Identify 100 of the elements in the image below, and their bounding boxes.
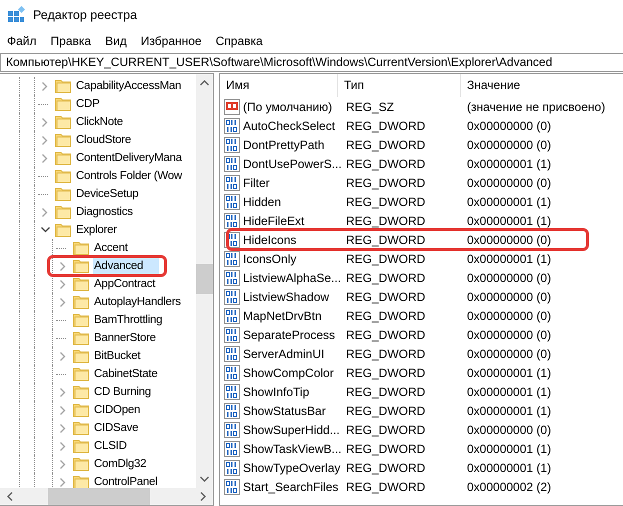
value-data: 0x00000000 (0)	[466, 232, 552, 246]
tree-item[interactable]: CIDOpen	[93, 402, 142, 418]
scroll-thumb[interactable]	[48, 488, 150, 505]
folder-icon	[55, 205, 71, 219]
tree-item[interactable]: CIDSave	[93, 420, 140, 436]
scroll-up-icon[interactable]	[200, 80, 209, 86]
value-type: REG_DWORD	[345, 290, 426, 304]
chevron-right-icon[interactable]	[60, 442, 66, 450]
binary-value-icon	[224, 422, 240, 438]
tree-item[interactable]: CabinetState	[93, 366, 158, 382]
column-header[interactable]: Значение	[461, 74, 623, 97]
tree-item[interactable]: CD Burning	[93, 384, 152, 400]
value-data: 0x00000000 (0)	[466, 346, 552, 360]
chevron-right-icon[interactable]	[60, 262, 66, 270]
value-name[interactable]: ListviewShadow	[243, 290, 330, 304]
chevron-right-icon[interactable]	[42, 154, 48, 162]
menu-item[interactable]: Справка	[208, 34, 270, 48]
value-name[interactable]: (По умолчанию)	[243, 100, 332, 114]
tree-item[interactable]: AutoplayHandlers	[93, 294, 182, 310]
chevron-right-icon[interactable]	[60, 424, 66, 432]
value-name[interactable]: DontUsePowerS...	[243, 156, 342, 170]
binary-value-icon	[224, 308, 240, 324]
chevron-right-icon[interactable]	[60, 352, 66, 360]
value-name[interactable]: SeparateProcess	[243, 328, 336, 342]
binary-value-icon	[224, 270, 240, 286]
value-data: 0x00000000 (0)	[466, 308, 552, 322]
tree-item[interactable]: ContentDeliveryMana	[75, 150, 183, 166]
column-header[interactable]: Тип	[338, 74, 461, 97]
value-name[interactable]: ShowStatusBar	[243, 404, 326, 418]
value-name[interactable]: DontPrettyPath	[243, 138, 324, 152]
tree-item[interactable]: BannerStore	[93, 330, 157, 346]
tree-item[interactable]: CDP	[75, 96, 101, 112]
value-name[interactable]: Filter	[243, 176, 270, 190]
scroll-left-icon[interactable]	[7, 492, 13, 501]
value-name[interactable]: ShowSuperHidd...	[243, 422, 340, 436]
scroll-down-icon[interactable]	[200, 476, 209, 482]
value-data: 0x00000001 (1)	[466, 404, 552, 418]
horizontal-scrollbar[interactable]	[0, 488, 213, 505]
value-type: REG_DWORD	[345, 328, 426, 342]
tree-item[interactable]: CapabilityAccessMan	[75, 78, 182, 94]
value-name[interactable]: HideIcons	[243, 232, 296, 246]
tree-item[interactable]: Controls Folder (Wow	[75, 168, 183, 184]
chevron-right-icon[interactable]	[42, 82, 48, 90]
tree-item[interactable]: Accent	[93, 240, 129, 256]
value-type: REG_DWORD	[345, 384, 426, 398]
value-name[interactable]: Hidden	[243, 194, 282, 208]
value-type: REG_DWORD	[345, 138, 426, 152]
folder-icon	[55, 79, 71, 93]
tree-item[interactable]: AppContract	[93, 276, 156, 292]
tree-item[interactable]: CLSID	[93, 438, 128, 454]
tree-item[interactable]: ClickNote	[75, 114, 124, 130]
chevron-right-icon[interactable]	[42, 208, 48, 216]
chevron-down-icon[interactable]	[40, 227, 50, 233]
value-name[interactable]: ShowInfoTip	[243, 384, 310, 398]
value-name[interactable]: ListviewAlphaSe...	[243, 270, 342, 284]
scroll-thumb[interactable]	[196, 264, 213, 294]
tree-item[interactable]: Diagnostics	[75, 204, 134, 220]
tree-item[interactable]: ComDlg32	[93, 456, 148, 472]
value-type: REG_DWORD	[345, 194, 426, 208]
tree-item[interactable]: BitBucket	[93, 348, 142, 364]
vertical-scrollbar[interactable]	[196, 74, 213, 488]
value-name[interactable]: ShowCompColor	[243, 366, 334, 380]
value-data: 0x00000001 (1)	[466, 366, 552, 380]
tree-item[interactable]: DeviceSetup	[75, 186, 140, 202]
value-name[interactable]: IconsOnly	[243, 252, 296, 266]
value-data: 0x00000001 (1)	[466, 384, 552, 398]
tree-item[interactable]: BamThrottling	[93, 312, 164, 328]
chevron-right-icon[interactable]	[60, 406, 66, 414]
value-name[interactable]: MapNetDrvBtn	[243, 308, 322, 322]
menu-item[interactable]: Вид	[98, 34, 134, 48]
column-header[interactable]: Имя	[220, 74, 338, 97]
chevron-right-icon[interactable]	[42, 118, 48, 126]
chevron-right-icon[interactable]	[60, 280, 66, 288]
tree-item[interactable]: ControlPanel	[93, 474, 158, 488]
menu-item[interactable]: Файл	[0, 34, 44, 48]
value-name[interactable]: ServerAdminUI	[243, 346, 324, 360]
value-name[interactable]: ShowTaskViewB...	[243, 442, 342, 456]
chevron-right-icon[interactable]	[60, 388, 66, 396]
tree-item[interactable]: CloudStore	[75, 132, 132, 148]
folder-icon	[73, 241, 89, 255]
chevron-right-icon[interactable]	[60, 460, 66, 468]
folder-icon	[55, 223, 71, 237]
chevron-right-icon[interactable]	[60, 478, 66, 486]
tree-item[interactable]: Explorer	[75, 222, 118, 238]
tree-item[interactable]: Advanced	[93, 258, 160, 274]
folder-icon	[55, 187, 71, 201]
chevron-right-icon[interactable]	[42, 136, 48, 144]
address-field[interactable]: Компьютер\HKEY_CURRENT_USER\Software\Microsoft\Windows\CurrentVersion\Explorer\Advanced	[0, 53, 623, 72]
value-name[interactable]: ShowTypeOverlay	[243, 460, 340, 474]
scroll-right-icon[interactable]	[200, 492, 206, 501]
value-name[interactable]: AutoCheckSelect	[243, 118, 336, 132]
value-type: REG_SZ	[345, 100, 396, 114]
value-type: REG_DWORD	[345, 214, 426, 228]
folder-icon	[73, 331, 89, 345]
menu-item[interactable]: Избранное	[134, 34, 209, 48]
value-name[interactable]: HideFileExt	[243, 214, 304, 228]
value-name[interactable]: Start_SearchFiles	[243, 480, 338, 494]
window-title: Редактор реестра	[33, 8, 138, 22]
menu-item[interactable]: Правка	[44, 34, 98, 48]
chevron-right-icon[interactable]	[60, 298, 66, 306]
